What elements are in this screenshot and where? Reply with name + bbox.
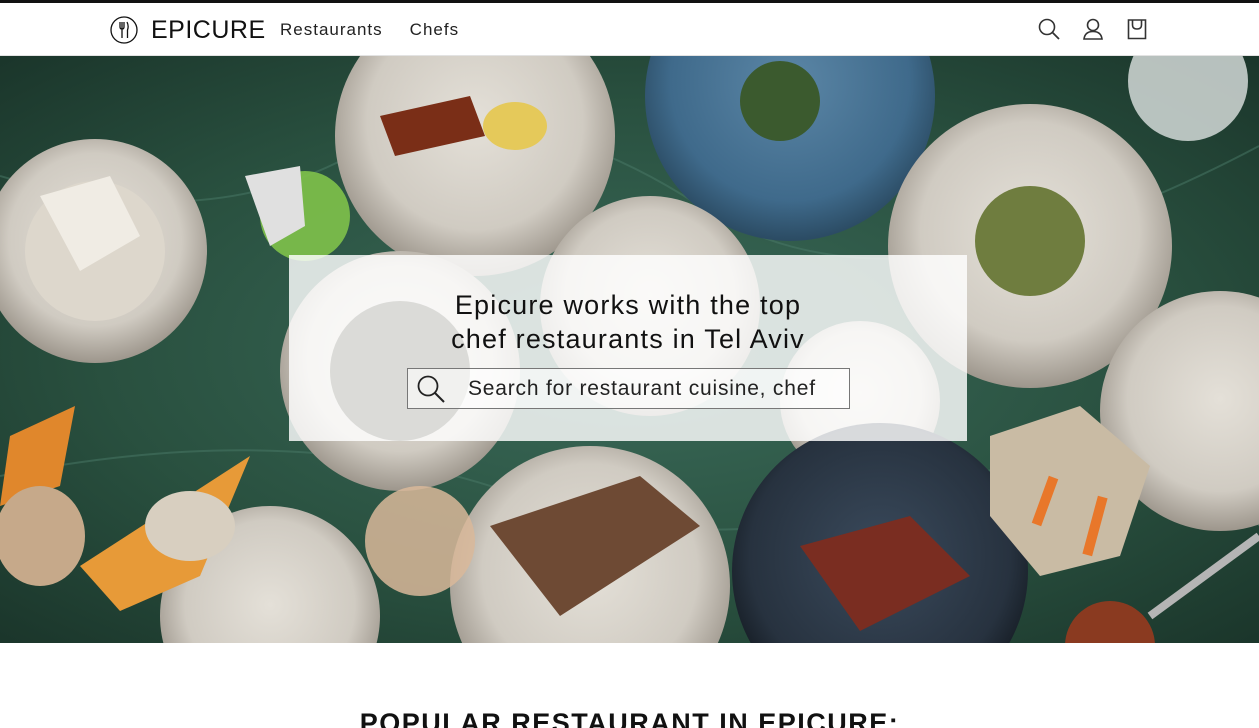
search-icon — [417, 375, 445, 403]
top-navigation-bar: EPICURE Restaurants Chefs — [0, 3, 1259, 56]
search-button[interactable] — [1037, 16, 1061, 42]
popular-restaurants-heading: POPULAR RESTAURANT IN EPICURE: — [359, 708, 900, 728]
cutlery-logo-icon — [110, 16, 138, 44]
hero-headline-line-1: Epicure works with the top — [454, 290, 802, 320]
shopping-bag-icon — [1127, 19, 1147, 40]
brand-logo[interactable]: EPICURE — [110, 15, 266, 45]
nav-icon-group — [1037, 16, 1149, 42]
nav-link-restaurants[interactable]: Restaurants — [280, 20, 383, 40]
hero-headline-line-2: chef restaurants in Tel Aviv — [451, 324, 805, 354]
hero-search-box[interactable] — [407, 368, 850, 409]
account-button[interactable] — [1081, 16, 1105, 42]
hero-banner: Epicure works with the top chef restaura… — [0, 56, 1259, 643]
brand-name: EPICURE — [151, 15, 266, 44]
hero-headline: Epicure works with the top chef restaura… — [289, 288, 967, 356]
bag-button[interactable] — [1125, 16, 1149, 42]
user-icon — [1083, 18, 1103, 40]
hero-search-icon-wrap[interactable] — [408, 369, 454, 408]
hero-search-input[interactable] — [454, 369, 849, 408]
search-icon — [1038, 18, 1060, 40]
main-nav: Restaurants Chefs — [280, 20, 459, 40]
hero-search-card: Epicure works with the top chef restaura… — [289, 255, 967, 441]
nav-link-chefs[interactable]: Chefs — [410, 20, 459, 40]
